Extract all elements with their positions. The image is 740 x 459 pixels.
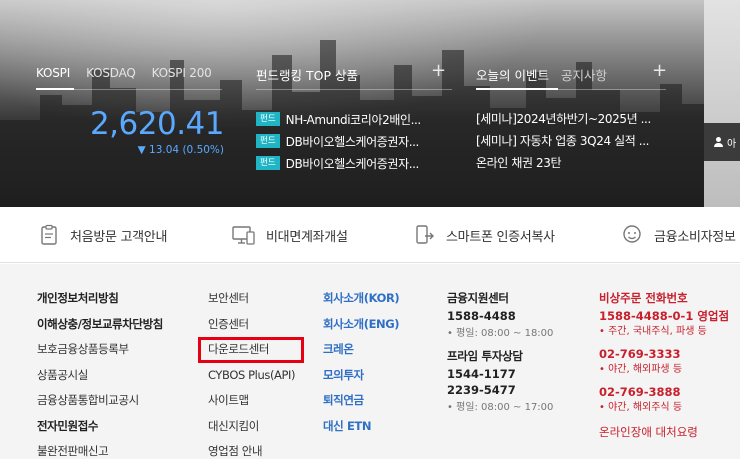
fund-ranking-title[interactable]: 펀드랭킹 TOP 상품: [256, 65, 358, 84]
login-label: 아: [727, 138, 737, 150]
emergency-tel-2: 02-769-3333: [599, 347, 681, 361]
consumer-icon: [623, 225, 641, 243]
product-disclosure-link[interactable]: 상품공시실: [37, 367, 163, 393]
market-index-tabs: KOSPI KOSDAQ KOSPI 200: [36, 66, 228, 80]
quick-link-label: 비대면계좌개설: [266, 229, 348, 245]
support-title: 금융지원센터: [447, 291, 509, 305]
list-item[interactable]: [세미나]2024년하반기~2025년 ...: [476, 108, 666, 130]
monitor-phone-icon: [232, 226, 255, 245]
emergency-note-2: • 야간, 해외파생 등: [599, 364, 683, 375]
product-comparison-link[interactable]: 금융상품통합비교공시: [37, 392, 163, 418]
index-value: 2,620.41: [89, 106, 225, 142]
quick-links-bar: 처음방문 고객안내 비대면계좌개설 스마트폰 인증서복사 금융소비자정보: [0, 207, 740, 263]
fund-ranking-list: 펀드 NH-Amundi코리아2배인... 펀드 DB바이오헬스케어증권자...…: [256, 108, 452, 174]
prime-hours: • 평일: 08:00 ~ 17:00: [447, 402, 554, 413]
list-item[interactable]: [세미나] 자동차 업종 3Q24 실적 ...: [476, 130, 666, 152]
clipboard-icon: [41, 224, 57, 245]
footer-contact-center: 금융지원센터 1588-4488 • 평일: 08:00 ~ 18:00 프라임…: [447, 290, 553, 416]
privacy-policy-link[interactable]: 개인정보처리방침: [37, 290, 163, 316]
etn-link[interactable]: 대신 ETN: [323, 418, 399, 444]
prime-tel-2: 2239-5477: [447, 383, 516, 397]
complaint-link[interactable]: 전자민원접수: [37, 418, 163, 444]
mock-invest-link[interactable]: 모의투자: [323, 367, 399, 393]
security-center-link[interactable]: 보안센터: [208, 290, 295, 316]
prime-title: 프라임 투자상담: [447, 349, 523, 363]
emergency-note-3: • 야간, 해외주식 등: [599, 402, 683, 413]
list-item[interactable]: 온라인 채권 23탄: [476, 152, 666, 174]
active-tab-indicator: [36, 88, 74, 90]
hero-overlay: [0, 0, 704, 207]
events-list: [세미나]2024년하반기~2025년 ... [세미나] 자동차 업종 3Q2…: [476, 108, 666, 174]
fund-badge: 펀드: [256, 134, 280, 148]
cybos-plus-link[interactable]: CYBOS Plus(API): [208, 367, 296, 393]
tab-notices[interactable]: 공지사항: [561, 68, 607, 83]
login-button[interactable]: 아: [704, 123, 740, 161]
tab-kosdaq[interactable]: KOSDAQ: [86, 66, 136, 80]
side-panel: [704, 0, 740, 207]
fund-badge: 펀드: [256, 156, 280, 170]
sitemap-link[interactable]: 사이트맵: [208, 392, 295, 418]
active-tab-indicator: [476, 88, 558, 90]
creon-link[interactable]: 크레온: [323, 341, 399, 367]
fund-name: DB바이오헬스케어증권자...: [285, 156, 419, 171]
fund-ranking-divider: [256, 89, 452, 90]
daishin-guard-link[interactable]: 대신지킴이: [208, 418, 295, 444]
company-eng-link[interactable]: 회사소개(ENG): [323, 316, 400, 342]
emergency-note-1: • 주간, 국내주식, 파생 등: [599, 326, 707, 337]
quick-link-label: 금융소비자정보: [654, 229, 736, 245]
emergency-tel-1: 1588-4488-0-1 영업점: [599, 309, 730, 323]
emergency-tel-3: 02-769-3888: [599, 385, 681, 399]
fund-name: DB바이오헬스케어증권자...: [285, 134, 419, 149]
person-icon: [714, 137, 723, 147]
events-title: 오늘의 이벤트 공지사항: [476, 65, 607, 84]
tab-events[interactable]: 오늘의 이벤트: [476, 68, 549, 83]
footer-policy-links: 개인정보처리방침 이해상충/정보교류차단방침 보호금융상품등록부 상품공시실 금…: [37, 290, 163, 459]
tab-kospi200[interactable]: KOSPI 200: [152, 66, 212, 80]
protected-products-link[interactable]: 보호금융상품등록부: [37, 341, 163, 367]
footer-service-links: 보안센터 인증센터 다운로드센터 CYBOS Plus(API) 사이트맵 대신…: [208, 290, 296, 459]
fund-name: NH-Amundi코리아2배인...: [285, 112, 421, 127]
list-item[interactable]: 펀드 NH-Amundi코리아2배인...: [256, 108, 452, 130]
hero-banner: 아 KOSPI KOSDAQ KOSPI 200 2,620.41 ▼ 13.0…: [0, 0, 740, 207]
company-kor-link[interactable]: 회사소개(KOR): [323, 290, 400, 316]
fund-badge: 펀드: [256, 112, 280, 126]
quick-link-label: 처음방문 고객안내: [70, 229, 168, 245]
emergency-title: 비상주문 전화번호: [599, 291, 688, 305]
fund-ranking-more-button[interactable]: +: [431, 62, 446, 80]
quick-link-open-account[interactable]: 비대면계좌개설: [232, 224, 348, 246]
branch-info-link[interactable]: 영업점 안내: [208, 443, 295, 459]
support-tel: 1588-4488: [447, 309, 516, 323]
events-more-button[interactable]: +: [652, 62, 667, 80]
tab-kospi[interactable]: KOSPI: [36, 66, 70, 80]
prime-tel-1: 1544-1177: [447, 367, 516, 381]
quick-link-cert-copy[interactable]: 스마트폰 인증서복사: [414, 224, 555, 246]
conflict-policy-link[interactable]: 이해상충/정보교류차단방침: [37, 316, 163, 342]
quick-link-first-visit[interactable]: 처음방문 고객안내: [38, 224, 167, 246]
list-item[interactable]: 펀드 DB바이오헬스케어증권자...: [256, 130, 452, 152]
support-hours: • 평일: 08:00 ~ 18:00: [447, 328, 554, 339]
quick-link-label: 스마트폰 인증서복사: [446, 229, 555, 245]
quick-link-consumer-info[interactable]: 금융소비자정보: [620, 224, 736, 246]
pension-link[interactable]: 퇴직연금: [323, 392, 399, 418]
outage-guide-link[interactable]: 온라인장애 대처요령: [599, 424, 729, 440]
list-item[interactable]: 펀드 DB바이오헬스케어증권자...: [256, 152, 452, 174]
mis-selling-report-link[interactable]: 불완전판매신고: [37, 443, 163, 459]
download-center-highlight: [198, 337, 304, 363]
footer-company-links: 회사소개(KOR) 회사소개(ENG) 크레온 모의투자 퇴직연금 대신 ETN: [323, 290, 400, 444]
index-change: ▼ 13.04 (0.50%): [137, 144, 224, 156]
footer-emergency: 비상주문 전화번호 1588-4488-0-1 영업점 • 주간, 국내주식, …: [599, 290, 729, 440]
phone-copy-icon: [416, 225, 434, 244]
